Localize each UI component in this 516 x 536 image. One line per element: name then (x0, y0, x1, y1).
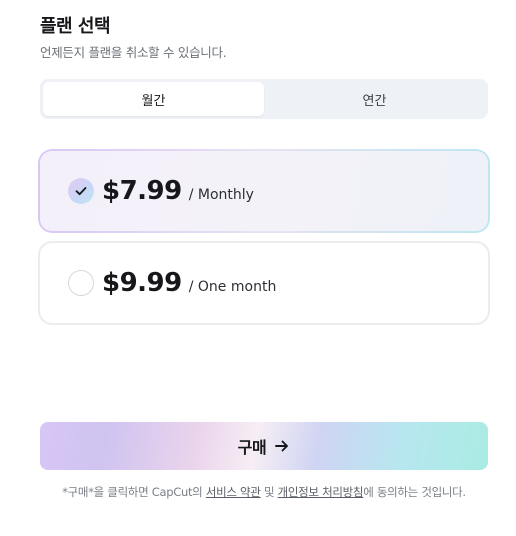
plan-period: / Monthly (188, 186, 254, 203)
tab-monthly[interactable]: 월간 (43, 82, 264, 116)
terms-notice: *구매*을 클릭하면 CapCut의 서비스 약관 및 개인정보 처리방침에 동… (36, 484, 492, 501)
radio-unchecked-icon[interactable] (68, 270, 94, 296)
tab-yearly[interactable]: 연간 (264, 82, 485, 116)
plan-option-monthly[interactable]: $7.99 / Monthly (38, 149, 490, 233)
terms-middle: 및 (260, 485, 278, 499)
page-subtitle: 언제든지 플랜을 취소할 수 있습니다. (40, 45, 227, 60)
arrow-right-icon (275, 440, 289, 452)
terms-prefix: *구매*을 클릭하면 CapCut의 (62, 485, 206, 499)
purchase-button[interactable]: 구매 (40, 422, 488, 470)
plan-option-one-month[interactable]: $9.99 / One month (38, 241, 490, 325)
terms-suffix: 에 동의하는 것입니다. (363, 485, 466, 499)
radio-checked-icon[interactable] (68, 178, 94, 204)
billing-period-toggle: 월간 연간 (40, 79, 488, 119)
plan-price: $9.99 (102, 268, 182, 298)
privacy-policy-link[interactable]: 개인정보 처리방침 (278, 485, 364, 499)
check-icon (75, 187, 87, 196)
plan-price: $7.99 (102, 176, 182, 206)
purchase-button-label: 구매 (237, 440, 267, 457)
page-title: 플랜 선택 (40, 16, 111, 37)
plan-period: / One month (188, 278, 277, 295)
terms-of-service-link[interactable]: 서비스 약관 (206, 485, 261, 499)
